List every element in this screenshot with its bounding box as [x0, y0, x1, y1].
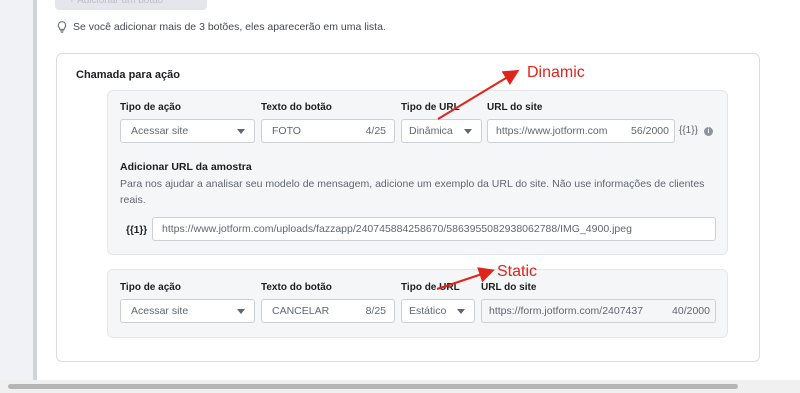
cta-title: Chamada para ação	[76, 69, 180, 81]
sample-url-description: Para nos ajudar a analisar seu modelo de…	[120, 178, 705, 206]
scrollbar-thumb[interactable]	[8, 384, 738, 389]
url-variable-tag: {{1}}	[679, 125, 698, 136]
action-type-select[interactable]: Acessar site	[120, 119, 255, 143]
hint-text: Se você adicionar mais de 3 botões, eles…	[73, 21, 386, 33]
site-url-label: URL do site	[487, 102, 543, 113]
annotation-dynamic: Dinamic	[527, 64, 585, 81]
url-type-value: Dinâmica	[409, 125, 453, 137]
annotation-static: Static	[497, 263, 538, 280]
site-url-counter: 56/2000	[631, 125, 669, 137]
button-text-input[interactable]: CANCELAR 8/25	[261, 299, 395, 323]
url-type-label: Tipo de URL	[401, 282, 460, 293]
info-icon[interactable]: i	[704, 127, 713, 136]
button-text-label: Texto do botão	[261, 282, 332, 293]
url-type-select[interactable]: Dinâmica	[401, 119, 482, 143]
site-url-input[interactable]: https://form.jotform.com/2407437 40/2000	[481, 299, 716, 323]
hint-row: Se você adicionar mais de 3 botões, eles…	[57, 21, 386, 33]
site-url-label: URL do site	[481, 282, 537, 293]
button-text-value: FOTO	[272, 125, 301, 137]
chevron-down-icon	[464, 129, 472, 134]
cta-button-2: Tipo de ação Texto do botão Tipo de URL …	[107, 269, 728, 338]
button-text-input[interactable]: FOTO 4/25	[261, 119, 395, 143]
button-text-counter: 8/25	[365, 305, 386, 317]
left-margin	[0, 0, 33, 380]
action-type-value: Acessar site	[131, 305, 189, 317]
site-url-input[interactable]: https://www.jotform.com 56/2000	[487, 119, 675, 143]
site-url-value: https://form.jotform.com/2407437	[489, 305, 644, 317]
action-type-select[interactable]: Acessar site	[120, 299, 255, 323]
url-type-value: Estático	[409, 305, 447, 317]
action-type-value: Acessar site	[131, 125, 189, 137]
button-text-counter: 4/25	[365, 125, 386, 137]
chevron-down-icon	[457, 309, 465, 314]
cta-section: Chamada para ação Tipo de ação Texto do …	[56, 53, 760, 362]
sample-url-title: Adicionar URL da amostra	[120, 161, 252, 173]
chevron-down-icon	[237, 129, 245, 134]
action-type-label: Tipo de ação	[120, 102, 181, 113]
template-editor-panel: + Adicionar um botão Se você adicionar m…	[37, 0, 800, 380]
button-text-label: Texto do botão	[261, 102, 332, 113]
cta-button-1: Tipo de ação Texto do botão Tipo de URL …	[107, 90, 728, 255]
url-type-label: Tipo de URL	[401, 102, 460, 113]
site-url-counter: 40/2000	[672, 305, 710, 317]
sample-url-value: https://www.jotform.com/uploads/fazzapp/…	[162, 223, 632, 235]
chevron-down-icon	[237, 309, 245, 314]
url-type-select[interactable]: Estático	[401, 299, 475, 323]
button-text-value: CANCELAR	[272, 305, 330, 317]
sample-url-input[interactable]: https://www.jotform.com/uploads/fazzapp/…	[152, 217, 716, 241]
site-url-value: https://www.jotform.com	[496, 125, 608, 137]
action-type-label: Tipo de ação	[120, 282, 181, 293]
add-button[interactable]: + Adicionar um botão	[55, 0, 207, 10]
sample-variable-tag: {{1}}	[126, 225, 148, 236]
lightbulb-icon	[57, 21, 67, 33]
